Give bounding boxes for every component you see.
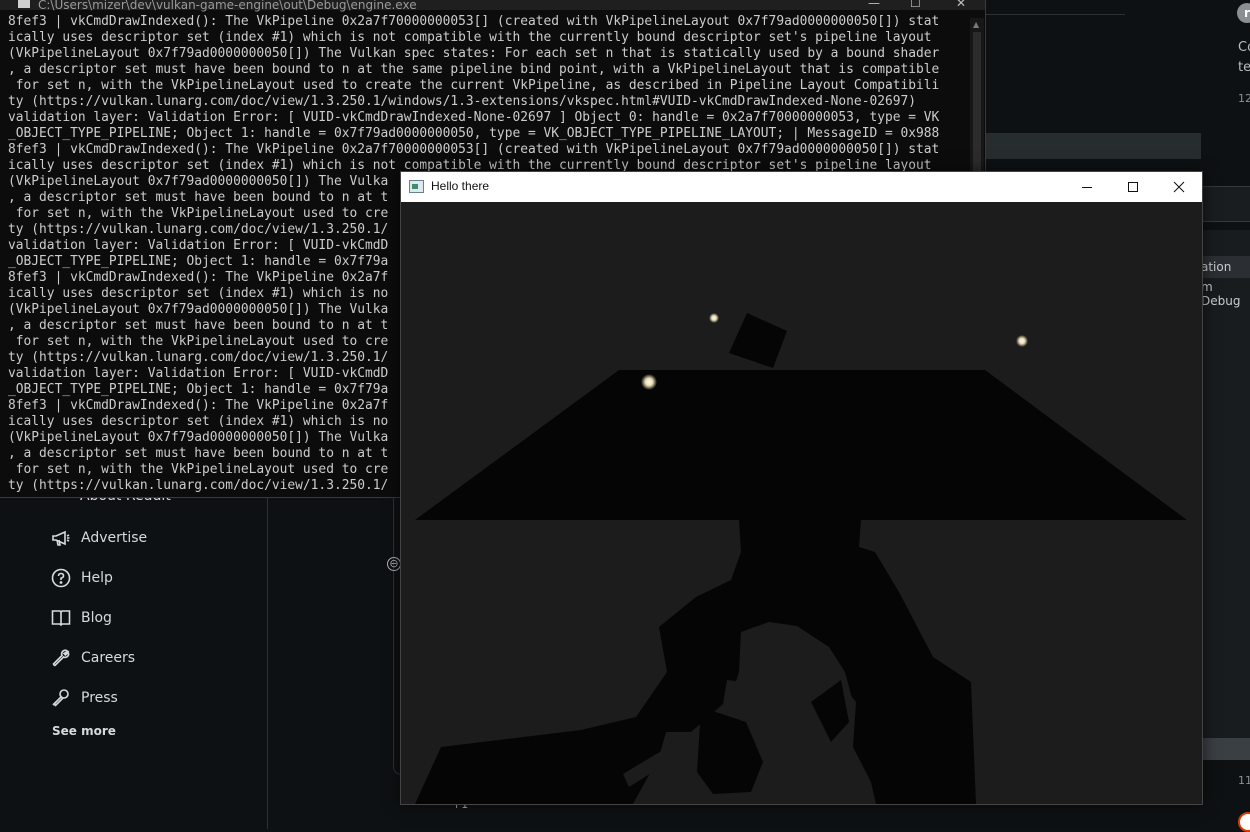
console-line: 8fef3 | vkCmdDrawIndexed(): The VkPipeli…	[8, 14, 940, 29]
background-status-bar	[1201, 738, 1250, 760]
wrench-icon	[50, 647, 72, 669]
window-title: Hello there	[431, 179, 490, 193]
sidebar-item-label: Press	[81, 690, 118, 706]
sidebar-item-advertise[interactable]: Advertise	[50, 518, 147, 558]
sidebar-item-help[interactable]: Help	[50, 558, 147, 598]
sidebar-nav: Advertise Help Blog Careers Press	[50, 518, 147, 718]
game-window[interactable]: Hello there	[400, 171, 1203, 805]
close-button[interactable]: ✕	[956, 0, 966, 10]
app-icon	[409, 180, 424, 193]
background-debug-label: m Debug	[1201, 280, 1241, 308]
console-line: 8fef3 | vkCmdDrawIndexed(): The VkPipeli…	[8, 142, 940, 157]
background-tab[interactable]: ation	[1201, 256, 1250, 278]
right-rail-text: Co te	[1238, 38, 1250, 78]
render-viewport[interactable]	[401, 202, 1202, 804]
maximize-button[interactable]: ☐	[910, 0, 921, 10]
right-rail-count: 11	[1238, 774, 1250, 787]
console-app-icon	[18, 0, 30, 8]
rendered-scene	[401, 202, 1202, 804]
microphone-icon	[50, 687, 72, 709]
light-orb	[709, 313, 719, 323]
light-orb	[641, 374, 657, 390]
book-icon	[50, 607, 72, 629]
sidebar-item-label: Blog	[81, 610, 112, 626]
megaphone-icon	[50, 527, 72, 549]
maximize-button[interactable]	[1110, 172, 1156, 202]
sidebar-item-label: Help	[81, 570, 113, 586]
help-circle-icon	[50, 567, 72, 589]
sidebar-item-careers[interactable]: Careers	[50, 638, 147, 678]
sidebar-item-press[interactable]: Press	[50, 678, 147, 718]
console-line: ically uses descriptor set (index #1) wh…	[8, 30, 932, 45]
light-orb	[1016, 335, 1028, 347]
minimize-button[interactable]: —	[868, 0, 880, 10]
collapse-thread-button[interactable]: ⊖	[387, 557, 401, 571]
sidebar-item-blog[interactable]: Blog	[50, 598, 147, 638]
console-line: _OBJECT_TYPE_PIPELINE; Object 1: handle …	[8, 126, 940, 141]
right-rail-text-line: Co	[1238, 40, 1250, 55]
right-rail-text-line: te	[1238, 60, 1250, 75]
sidebar-item-label: Advertise	[81, 530, 148, 546]
maximize-icon	[1128, 182, 1138, 192]
console-titlebar[interactable]: C:\Users\mizer\dev\vulkan-game-engine\ou…	[0, 0, 985, 12]
right-rail-count: 12	[1238, 92, 1250, 105]
minimize-button[interactable]	[1064, 172, 1110, 202]
game-window-titlebar[interactable]: Hello there	[401, 172, 1202, 202]
sidebar-item-label: Careers	[81, 650, 136, 666]
minimize-icon	[1082, 187, 1092, 188]
console-line: , a descriptor set must have been bound …	[8, 62, 940, 77]
avatar[interactable]	[1238, 812, 1250, 832]
console-line: for set n, with the VkPipelineLayout use…	[8, 78, 940, 93]
console-title: C:\Users\mizer\dev\vulkan-game-engine\ou…	[38, 0, 417, 12]
close-icon	[1173, 181, 1185, 193]
background-panel	[1201, 230, 1250, 760]
console-line: ty (https://vulkan.lunarg.com/doc/view/1…	[8, 94, 917, 109]
close-button[interactable]	[1156, 172, 1202, 202]
see-more-link[interactable]: See more	[52, 724, 116, 738]
avatar[interactable]: r	[1237, 3, 1250, 23]
background-panel-header	[1201, 186, 1250, 222]
scroll-up-icon[interactable]: ▲	[973, 20, 979, 29]
divider	[985, 14, 1125, 15]
console-line: validation layer: Validation Error: [ VU…	[8, 110, 940, 125]
console-line: (VkPipelineLayout 0x7f79ad0000000050[]) …	[8, 46, 940, 61]
